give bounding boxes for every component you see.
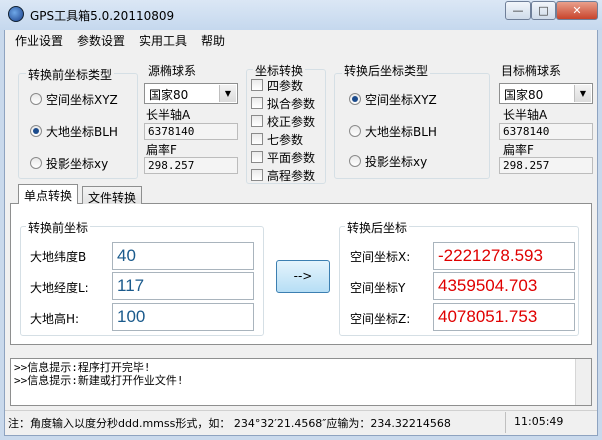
source-ellipsoid-select[interactable]: 国家80 ▼ bbox=[144, 83, 238, 104]
y-label: 空间坐标Y bbox=[350, 281, 406, 295]
check-plane-param[interactable] bbox=[251, 151, 263, 163]
latitude-label: 大地纬度B bbox=[30, 250, 87, 264]
target-flattening-field[interactable]: 298.257 bbox=[499, 157, 593, 174]
check-height-param[interactable] bbox=[251, 169, 263, 181]
height-label: 大地高H: bbox=[30, 312, 80, 326]
src-radio-xyz[interactable] bbox=[30, 93, 42, 105]
menu-utilities[interactable]: 实用工具 bbox=[139, 32, 187, 49]
before-coords-title: 转换前坐标 bbox=[26, 219, 91, 236]
status-clock: 11:05:49 bbox=[514, 415, 564, 428]
tgt-radio-xy-label[interactable]: 投影坐标xy bbox=[365, 153, 427, 170]
close-button[interactable]: ✕ bbox=[556, 1, 598, 20]
source-semi-major-field[interactable]: 6378140 bbox=[144, 123, 238, 140]
after-coords-title: 转换后坐标 bbox=[345, 219, 410, 236]
message-line: >>信息提示:新建或打开作业文件! bbox=[14, 374, 184, 387]
src-radio-xy[interactable] bbox=[30, 157, 42, 169]
height-input[interactable]: 100 bbox=[112, 303, 254, 331]
source-semi-major-label: 长半轴A bbox=[146, 108, 191, 122]
y-output[interactable]: 4359504.703 bbox=[433, 272, 575, 300]
src-radio-xyz-label[interactable]: 空间坐标XYZ bbox=[46, 91, 118, 108]
target-semi-major-field[interactable]: 6378140 bbox=[499, 123, 593, 140]
status-hint: 注：角度输入以度分秒ddd.mmss形式，如： 234°32′21.4568″应… bbox=[8, 417, 451, 430]
check-plane-param-label[interactable]: 平面参数 bbox=[267, 149, 315, 166]
tgt-radio-xyz-label[interactable]: 空间坐标XYZ bbox=[365, 91, 437, 108]
convert-button[interactable]: --> bbox=[276, 260, 330, 293]
check-seven-param-label[interactable]: 七参数 bbox=[267, 131, 303, 148]
check-correction-param-label[interactable]: 校正参数 bbox=[267, 113, 315, 130]
check-seven-param[interactable] bbox=[251, 133, 263, 145]
target-flattening-label: 扁率F bbox=[503, 143, 534, 157]
longitude-label: 大地经度L: bbox=[30, 281, 89, 295]
message-scrollbar[interactable] bbox=[575, 359, 591, 405]
window-title: GPS工具箱5.0.20110809 bbox=[30, 9, 175, 23]
minimize-button[interactable]: — bbox=[505, 1, 531, 20]
z-output[interactable]: 4078051.753 bbox=[433, 303, 575, 331]
source-ellipsoid-title: 源椭球系 bbox=[148, 64, 197, 78]
target-ellipsoid-value: 国家80 bbox=[504, 88, 544, 102]
chevron-down-icon[interactable]: ▼ bbox=[574, 85, 591, 102]
longitude-input[interactable]: 117 bbox=[112, 272, 254, 300]
status-divider bbox=[505, 412, 506, 433]
x-output[interactable]: -2221278.593 bbox=[433, 242, 575, 270]
check-fit-param-label[interactable]: 拟合参数 bbox=[267, 95, 315, 112]
z-label: 空间坐标Z: bbox=[350, 312, 411, 326]
tgt-radio-xy[interactable] bbox=[349, 155, 361, 167]
x-label: 空间坐标X: bbox=[350, 250, 411, 264]
check-four-param-label[interactable]: 四参数 bbox=[267, 77, 303, 94]
src-radio-blh-label[interactable]: 大地坐标BLH bbox=[46, 123, 118, 140]
tab-file-convert[interactable]: 文件转换 bbox=[82, 186, 143, 205]
tab-single-point[interactable]: 单点转换 bbox=[18, 184, 79, 204]
app-globe-icon bbox=[8, 6, 24, 22]
message-log[interactable]: >>信息提示:程序打开完毕! >>信息提示:新建或打开作业文件! bbox=[10, 358, 592, 406]
src-radio-xy-label[interactable]: 投影坐标xy bbox=[46, 155, 108, 172]
menu-parameter-settings[interactable]: 参数设置 bbox=[77, 32, 125, 49]
target-semi-major-label: 长半轴A bbox=[503, 108, 548, 122]
message-line: >>信息提示:程序打开完毕! bbox=[14, 361, 151, 374]
source-ellipsoid-value: 国家80 bbox=[149, 88, 189, 102]
source-flattening-label: 扁率F bbox=[146, 143, 177, 157]
check-four-param[interactable] bbox=[251, 79, 263, 91]
chevron-down-icon[interactable]: ▼ bbox=[219, 85, 236, 102]
target-ellipsoid-select[interactable]: 国家80 ▼ bbox=[499, 83, 593, 104]
maximize-button[interactable]: □ bbox=[531, 1, 556, 20]
source-flattening-field[interactable]: 298.257 bbox=[144, 157, 238, 174]
target-ellipsoid-title: 目标椭球系 bbox=[501, 64, 562, 78]
check-height-param-label[interactable]: 高程参数 bbox=[267, 167, 315, 184]
tgt-radio-blh-label[interactable]: 大地坐标BLH bbox=[365, 123, 437, 140]
tgt-radio-blh[interactable] bbox=[349, 125, 361, 137]
tgt-radio-xyz[interactable] bbox=[349, 93, 361, 105]
menu-job-settings[interactable]: 作业设置 bbox=[15, 32, 63, 49]
check-fit-param[interactable] bbox=[251, 97, 263, 109]
check-correction-param[interactable] bbox=[251, 115, 263, 127]
latitude-input[interactable]: 40 bbox=[112, 242, 254, 270]
src-radio-blh[interactable] bbox=[30, 125, 42, 137]
target-coord-type-title: 转换后坐标类型 bbox=[342, 62, 431, 79]
source-coord-type-title: 转换前坐标类型 bbox=[26, 66, 115, 83]
menu-help[interactable]: 帮助 bbox=[201, 32, 225, 49]
